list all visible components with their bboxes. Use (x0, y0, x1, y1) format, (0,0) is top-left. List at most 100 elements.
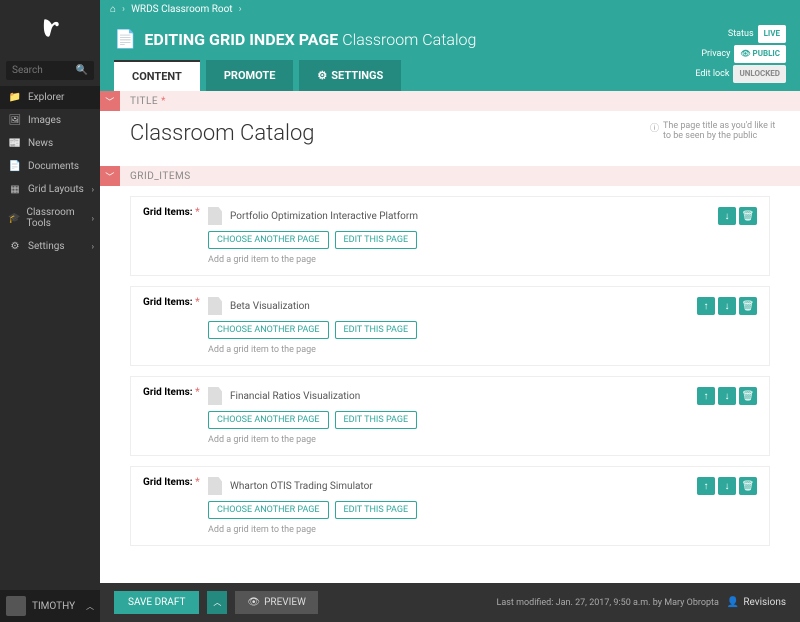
delete-button[interactable]: 🗑 (739, 207, 757, 225)
logo (0, 0, 100, 55)
edit-page-button[interactable]: EDIT THIS PAGE (335, 411, 418, 429)
nav-label: Classroom Tools (26, 207, 92, 229)
move-up-button[interactable]: ↑ (697, 297, 715, 315)
choose-page-button[interactable]: CHOOSE ANOTHER PAGE (208, 411, 329, 429)
field-hint: Add a grid item to the page (208, 435, 742, 445)
tab-content[interactable]: CONTENT (114, 60, 200, 91)
content-panel: ﹀ TITLE * Classroom Catalog ⓘ The page t… (100, 91, 800, 622)
nav-icon: ▦ (8, 184, 22, 195)
preview-button[interactable]: 👁PREVIEW (235, 591, 318, 614)
breadcrumb: ⌂ › WRDS Classroom Root › (100, 0, 800, 19)
field-label: Grid Items: * (143, 207, 208, 218)
nav-label: Explorer (28, 92, 64, 103)
field-label: Grid Items: * (143, 477, 208, 488)
chevron-up-icon: ︿ (86, 601, 94, 612)
choose-page-button[interactable]: CHOOSE ANOTHER PAGE (208, 321, 329, 339)
tab-settings[interactable]: ⚙SETTINGS (299, 60, 401, 91)
page-name: Wharton OTIS Trading Simulator (230, 481, 373, 492)
collapse-toggle[interactable]: ﹀ (100, 166, 120, 186)
sidebar-item-documents[interactable]: 📄 Documents (0, 155, 100, 178)
search-input[interactable] (12, 65, 76, 76)
field-hint: Add a grid item to the page (208, 255, 742, 265)
gear-icon: ⚙ (317, 69, 327, 82)
edit-page-button[interactable]: EDIT THIS PAGE (335, 321, 418, 339)
grid-item: Grid Items: * Wharton OTIS Trading Simula… (130, 466, 770, 546)
section-title-header: ﹀ TITLE * (100, 91, 800, 111)
edit-page-button[interactable]: EDIT THIS PAGE (335, 501, 418, 519)
sidebar: 🔍 📁 Explorer 🖼 Images 📰News 📄 Documents ▦ Grid L… (0, 0, 100, 622)
revisions-link[interactable]: 👤 Revisions (727, 597, 786, 608)
nav-label: Documents (28, 161, 79, 172)
nav-icon: 📁 (8, 92, 22, 103)
sidebar-item-grid-layouts[interactable]: ▦ Grid Layouts › (0, 178, 100, 201)
field-label: Grid Items: * (143, 387, 208, 398)
lock-badge[interactable]: UNLOCKED (733, 65, 786, 83)
grid-item: Grid Items: * Financial Ratios Visualizat… (130, 376, 770, 456)
nav-label: Images (28, 115, 61, 126)
breadcrumb-root[interactable]: WRDS Classroom Root (131, 4, 233, 15)
header: 📄 EDITING GRID INDEX PAGE Classroom Cata… (100, 19, 800, 91)
document-icon (208, 387, 222, 405)
nav-icon: 🎓 (8, 213, 20, 224)
help-icon: ⓘ (650, 121, 659, 146)
nav-icon: 🖼 (8, 115, 22, 126)
nav-icon: 📄 (8, 161, 22, 172)
eye-icon: 👁 (247, 597, 260, 608)
save-draft-button[interactable]: SAVE DRAFT (114, 591, 199, 614)
move-down-button[interactable]: ↓ (718, 387, 736, 405)
nav-label: Grid Layouts (28, 184, 84, 195)
field-hint: Add a grid item to the page (208, 525, 742, 535)
tab-promote[interactable]: PROMOTE (206, 60, 294, 91)
user-name: TIMOTHY (32, 601, 75, 612)
search-icon: 🔍 (76, 65, 88, 76)
avatar (6, 596, 26, 616)
move-up-button[interactable]: ↑ (697, 477, 715, 495)
move-down-button[interactable]: ↓ (718, 297, 736, 315)
chevron-right-icon: › (92, 185, 94, 194)
nav-icon: ⚙ (8, 241, 22, 252)
home-icon[interactable]: ⌂ (110, 4, 116, 15)
document-icon (208, 207, 222, 225)
chevron-right-icon: › (92, 214, 94, 223)
collapse-toggle[interactable]: ﹀ (100, 91, 120, 111)
grid-item: Grid Items: * Beta Visualization CHOOSE AN… (130, 286, 770, 366)
page-meta: StatusLIVE Privacy👁 PUBLIC Edit lockUNLO… (695, 25, 786, 85)
chevron-right-icon: › (239, 4, 242, 15)
delete-button[interactable]: 🗑 (739, 477, 757, 495)
search-box[interactable]: 🔍 (6, 61, 94, 80)
sidebar-item-settings[interactable]: ⚙Settings› (0, 235, 100, 258)
nav-icon: 📰 (8, 138, 22, 149)
page-icon: 📄 (114, 29, 136, 50)
chevron-right-icon: › (122, 4, 125, 15)
page-name: Financial Ratios Visualization (230, 391, 360, 402)
section-grid-header: ﹀ GRID_ITEMS (100, 166, 800, 186)
title-input[interactable]: Classroom Catalog (130, 121, 640, 146)
sidebar-item-classroom-tools[interactable]: 🎓 Classroom Tools› (0, 201, 100, 235)
choose-page-button[interactable]: CHOOSE ANOTHER PAGE (208, 231, 329, 249)
last-modified: Last modified: Jan. 27, 2017, 9:50 a.m. … (497, 598, 719, 608)
user-bar[interactable]: TIMOTHY ︿ (0, 590, 100, 622)
field-label: Grid Items: * (143, 297, 208, 308)
sidebar-item-images[interactable]: 🖼 Images (0, 109, 100, 132)
document-icon (208, 477, 222, 495)
sidebar-item-explorer[interactable]: 📁 Explorer (0, 86, 100, 109)
delete-button[interactable]: 🗑 (739, 387, 757, 405)
edit-page-button[interactable]: EDIT THIS PAGE (335, 231, 418, 249)
move-down-button[interactable]: ↓ (718, 207, 736, 225)
page-name: Portfolio Optimization Interactive Platf… (230, 211, 418, 222)
page-title: EDITING GRID INDEX PAGE Classroom Catalo… (144, 30, 476, 49)
status-badge[interactable]: LIVE (758, 25, 786, 43)
document-icon (208, 297, 222, 315)
choose-page-button[interactable]: CHOOSE ANOTHER PAGE (208, 501, 329, 519)
move-up-button[interactable]: ↑ (697, 387, 715, 405)
user-icon: 👤 (727, 597, 739, 608)
field-hint: Add a grid item to the page (208, 345, 742, 355)
save-menu-caret[interactable]: ︿ (207, 591, 227, 614)
delete-button[interactable]: 🗑 (739, 297, 757, 315)
chevron-right-icon: › (92, 242, 94, 251)
sidebar-item-news[interactable]: 📰News (0, 132, 100, 155)
privacy-badge[interactable]: 👁 PUBLIC (734, 45, 786, 63)
move-down-button[interactable]: ↓ (718, 477, 736, 495)
page-name: Beta Visualization (230, 301, 310, 312)
grid-item: Grid Items: * Portfolio Optimization Inte… (130, 196, 770, 276)
